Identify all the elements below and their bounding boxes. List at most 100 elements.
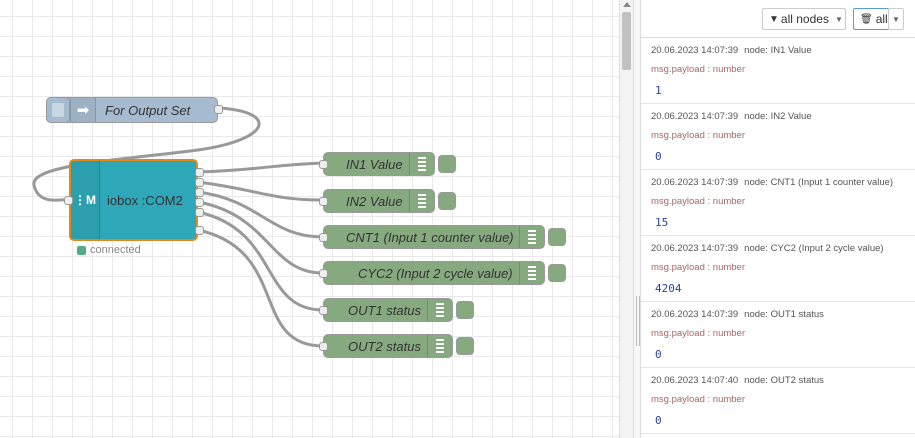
- debug-toggle-button[interactable]: [456, 337, 474, 355]
- message-timestamp: 20.06.2023 14:07:39: [651, 243, 739, 254]
- message-value[interactable]: 0: [655, 348, 662, 361]
- inject-button[interactable]: [46, 97, 70, 123]
- debug-message[interactable]: 20.06.2023 14:07:39 node: IN1 Value msg.p…: [641, 38, 915, 104]
- message-node[interactable]: node: CNT1 (Input 1 counter value): [744, 177, 893, 188]
- message-type: msg.payload : number: [651, 64, 745, 75]
- debug-node-label: OUT2 status: [348, 338, 421, 354]
- debug-toggle-button[interactable]: [456, 301, 474, 319]
- wire-out4: [197, 200, 324, 275]
- sidebar-splitter[interactable]: [633, 0, 641, 438]
- inject-output-port[interactable]: [214, 105, 223, 114]
- caret-down-icon: ▼: [892, 14, 900, 24]
- message-timestamp: 20.06.2023 14:07:39: [651, 177, 739, 188]
- status-text: connected: [90, 244, 141, 256]
- iobox-output-port-4[interactable]: [195, 198, 204, 207]
- message-type: msg.payload : number: [651, 394, 745, 405]
- filter-icon: ▼: [769, 13, 779, 25]
- message-timestamp: 20.06.2023 14:07:39: [651, 45, 739, 56]
- debug-toggle-button[interactable]: [548, 264, 566, 282]
- debug-toolbar: ▼ all nodes ▼ 🗑 all ▼: [641, 0, 915, 38]
- modbus-icon: ⋮M: [71, 161, 100, 239]
- message-node[interactable]: node: OUT2 status: [744, 375, 824, 386]
- debug-list-icon: [427, 299, 452, 321]
- splitter-grip-icon[interactable]: [636, 296, 640, 346]
- debug-message[interactable]: 20.06.2023 14:07:39 node: CYC2 (Input 2 c…: [641, 236, 915, 302]
- debug-input-port[interactable]: [319, 160, 328, 169]
- iobox-node-label: iobox :COM2: [107, 192, 183, 208]
- status-dot-icon: [77, 245, 86, 255]
- inject-node[interactable]: ➡ For Output Set: [46, 97, 223, 123]
- message-node[interactable]: node: IN1 Value: [744, 45, 811, 56]
- inject-node-label: For Output Set: [105, 102, 191, 118]
- flow-workspace[interactable]: ➡ For Output Set ⋮M iobox :COM2 connecte…: [0, 0, 619, 438]
- filter-nodes-dropdown[interactable]: ▼ all nodes ▼: [762, 8, 846, 30]
- filter-label: all nodes: [780, 12, 829, 26]
- iobox-node[interactable]: ⋮M iobox :COM2: [64, 159, 204, 241]
- arrow-right-icon: ➡: [70, 98, 96, 122]
- wire-out1: [197, 161, 324, 174]
- debug-node-out1[interactable]: OUT1 status: [319, 298, 453, 322]
- debug-node-cyc2[interactable]: CYC2 (Input 2 cycle value): [319, 261, 545, 285]
- debug-message[interactable]: 20.06.2023 14:07:39 node: IN2 Value msg.p…: [641, 104, 915, 170]
- message-value[interactable]: 15: [655, 216, 668, 229]
- debug-node-in1[interactable]: IN1 Value: [319, 152, 435, 176]
- iobox-output-port-6[interactable]: [195, 226, 204, 235]
- iobox-output-port-3[interactable]: [195, 188, 204, 197]
- message-value[interactable]: 4204: [655, 282, 682, 295]
- caret-down-icon: ▼: [834, 14, 843, 24]
- iobox-output-port-5[interactable]: [195, 208, 204, 217]
- message-value[interactable]: 0: [655, 414, 662, 427]
- debug-node-label: IN1 Value: [346, 156, 403, 172]
- debug-message[interactable]: 20.06.2023 14:07:39 node: CNT1 (Input 1 c…: [641, 170, 915, 236]
- wire-out2: [197, 180, 324, 202]
- debug-node-out2[interactable]: OUT2 status: [319, 334, 453, 358]
- scroll-up-arrow-icon[interactable]: [623, 2, 631, 7]
- message-node[interactable]: node: CYC2 (Input 2 cycle value): [744, 243, 883, 254]
- debug-list-icon: [519, 226, 544, 248]
- iobox-output-port-1[interactable]: [195, 168, 204, 177]
- message-value[interactable]: 1: [655, 84, 662, 97]
- iobox-output-port-2[interactable]: [195, 178, 204, 187]
- debug-node-label: OUT1 status: [348, 302, 421, 318]
- message-timestamp: 20.06.2023 14:07:39: [651, 309, 739, 320]
- message-timestamp: 20.06.2023 14:07:39: [651, 111, 739, 122]
- debug-list-icon: [409, 190, 434, 212]
- wire-out5: [197, 210, 324, 312]
- debug-toggle-button[interactable]: [548, 228, 566, 246]
- message-timestamp: 20.06.2023 14:07:40: [651, 375, 739, 386]
- debug-node-in2[interactable]: IN2 Value: [319, 189, 435, 213]
- debug-message[interactable]: 20.06.2023 14:07:39 node: OUT1 status msg…: [641, 302, 915, 368]
- message-node[interactable]: node: IN2 Value: [744, 111, 811, 122]
- debug-input-port[interactable]: [319, 233, 328, 242]
- workspace-scrollbar[interactable]: [619, 0, 633, 438]
- debug-node-label: CNT1 (Input 1 counter value): [346, 229, 514, 245]
- message-type: msg.payload : number: [651, 262, 745, 273]
- debug-input-port[interactable]: [319, 306, 328, 315]
- scroll-thumb[interactable]: [622, 12, 631, 70]
- debug-node-label: IN2 Value: [346, 193, 403, 209]
- message-type: msg.payload : number: [651, 130, 745, 141]
- message-type: msg.payload : number: [651, 196, 745, 207]
- clear-label: all: [875, 12, 888, 26]
- debug-input-port[interactable]: [319, 197, 328, 206]
- debug-node-cnt1[interactable]: CNT1 (Input 1 counter value): [319, 225, 545, 249]
- debug-node-label: CYC2 (Input 2 cycle value): [358, 265, 513, 281]
- debug-list-icon: [519, 262, 544, 284]
- debug-input-port[interactable]: [319, 269, 328, 278]
- status-indicator: connected: [77, 244, 141, 256]
- debug-list-icon: [409, 153, 434, 175]
- message-value[interactable]: 0: [655, 150, 662, 163]
- wire-out6: [197, 228, 324, 348]
- debug-toggle-button[interactable]: [438, 155, 456, 173]
- message-node[interactable]: node: OUT1 status: [744, 309, 824, 320]
- clear-options-dropdown[interactable]: ▼: [888, 8, 904, 30]
- debug-list-icon: [427, 335, 452, 357]
- message-type: msg.payload : number: [651, 328, 745, 339]
- debug-toggle-button[interactable]: [438, 192, 456, 210]
- clear-messages-button[interactable]: 🗑 all: [853, 8, 889, 30]
- iobox-input-port[interactable]: [64, 196, 73, 205]
- trash-icon: 🗑: [860, 13, 873, 25]
- debug-sidebar: ▼ all nodes ▼ 🗑 all ▼ 20.06.2023 14:07:3…: [641, 0, 915, 438]
- debug-message[interactable]: 20.06.2023 14:07:40 node: OUT2 status msg…: [641, 368, 915, 434]
- debug-input-port[interactable]: [319, 342, 328, 351]
